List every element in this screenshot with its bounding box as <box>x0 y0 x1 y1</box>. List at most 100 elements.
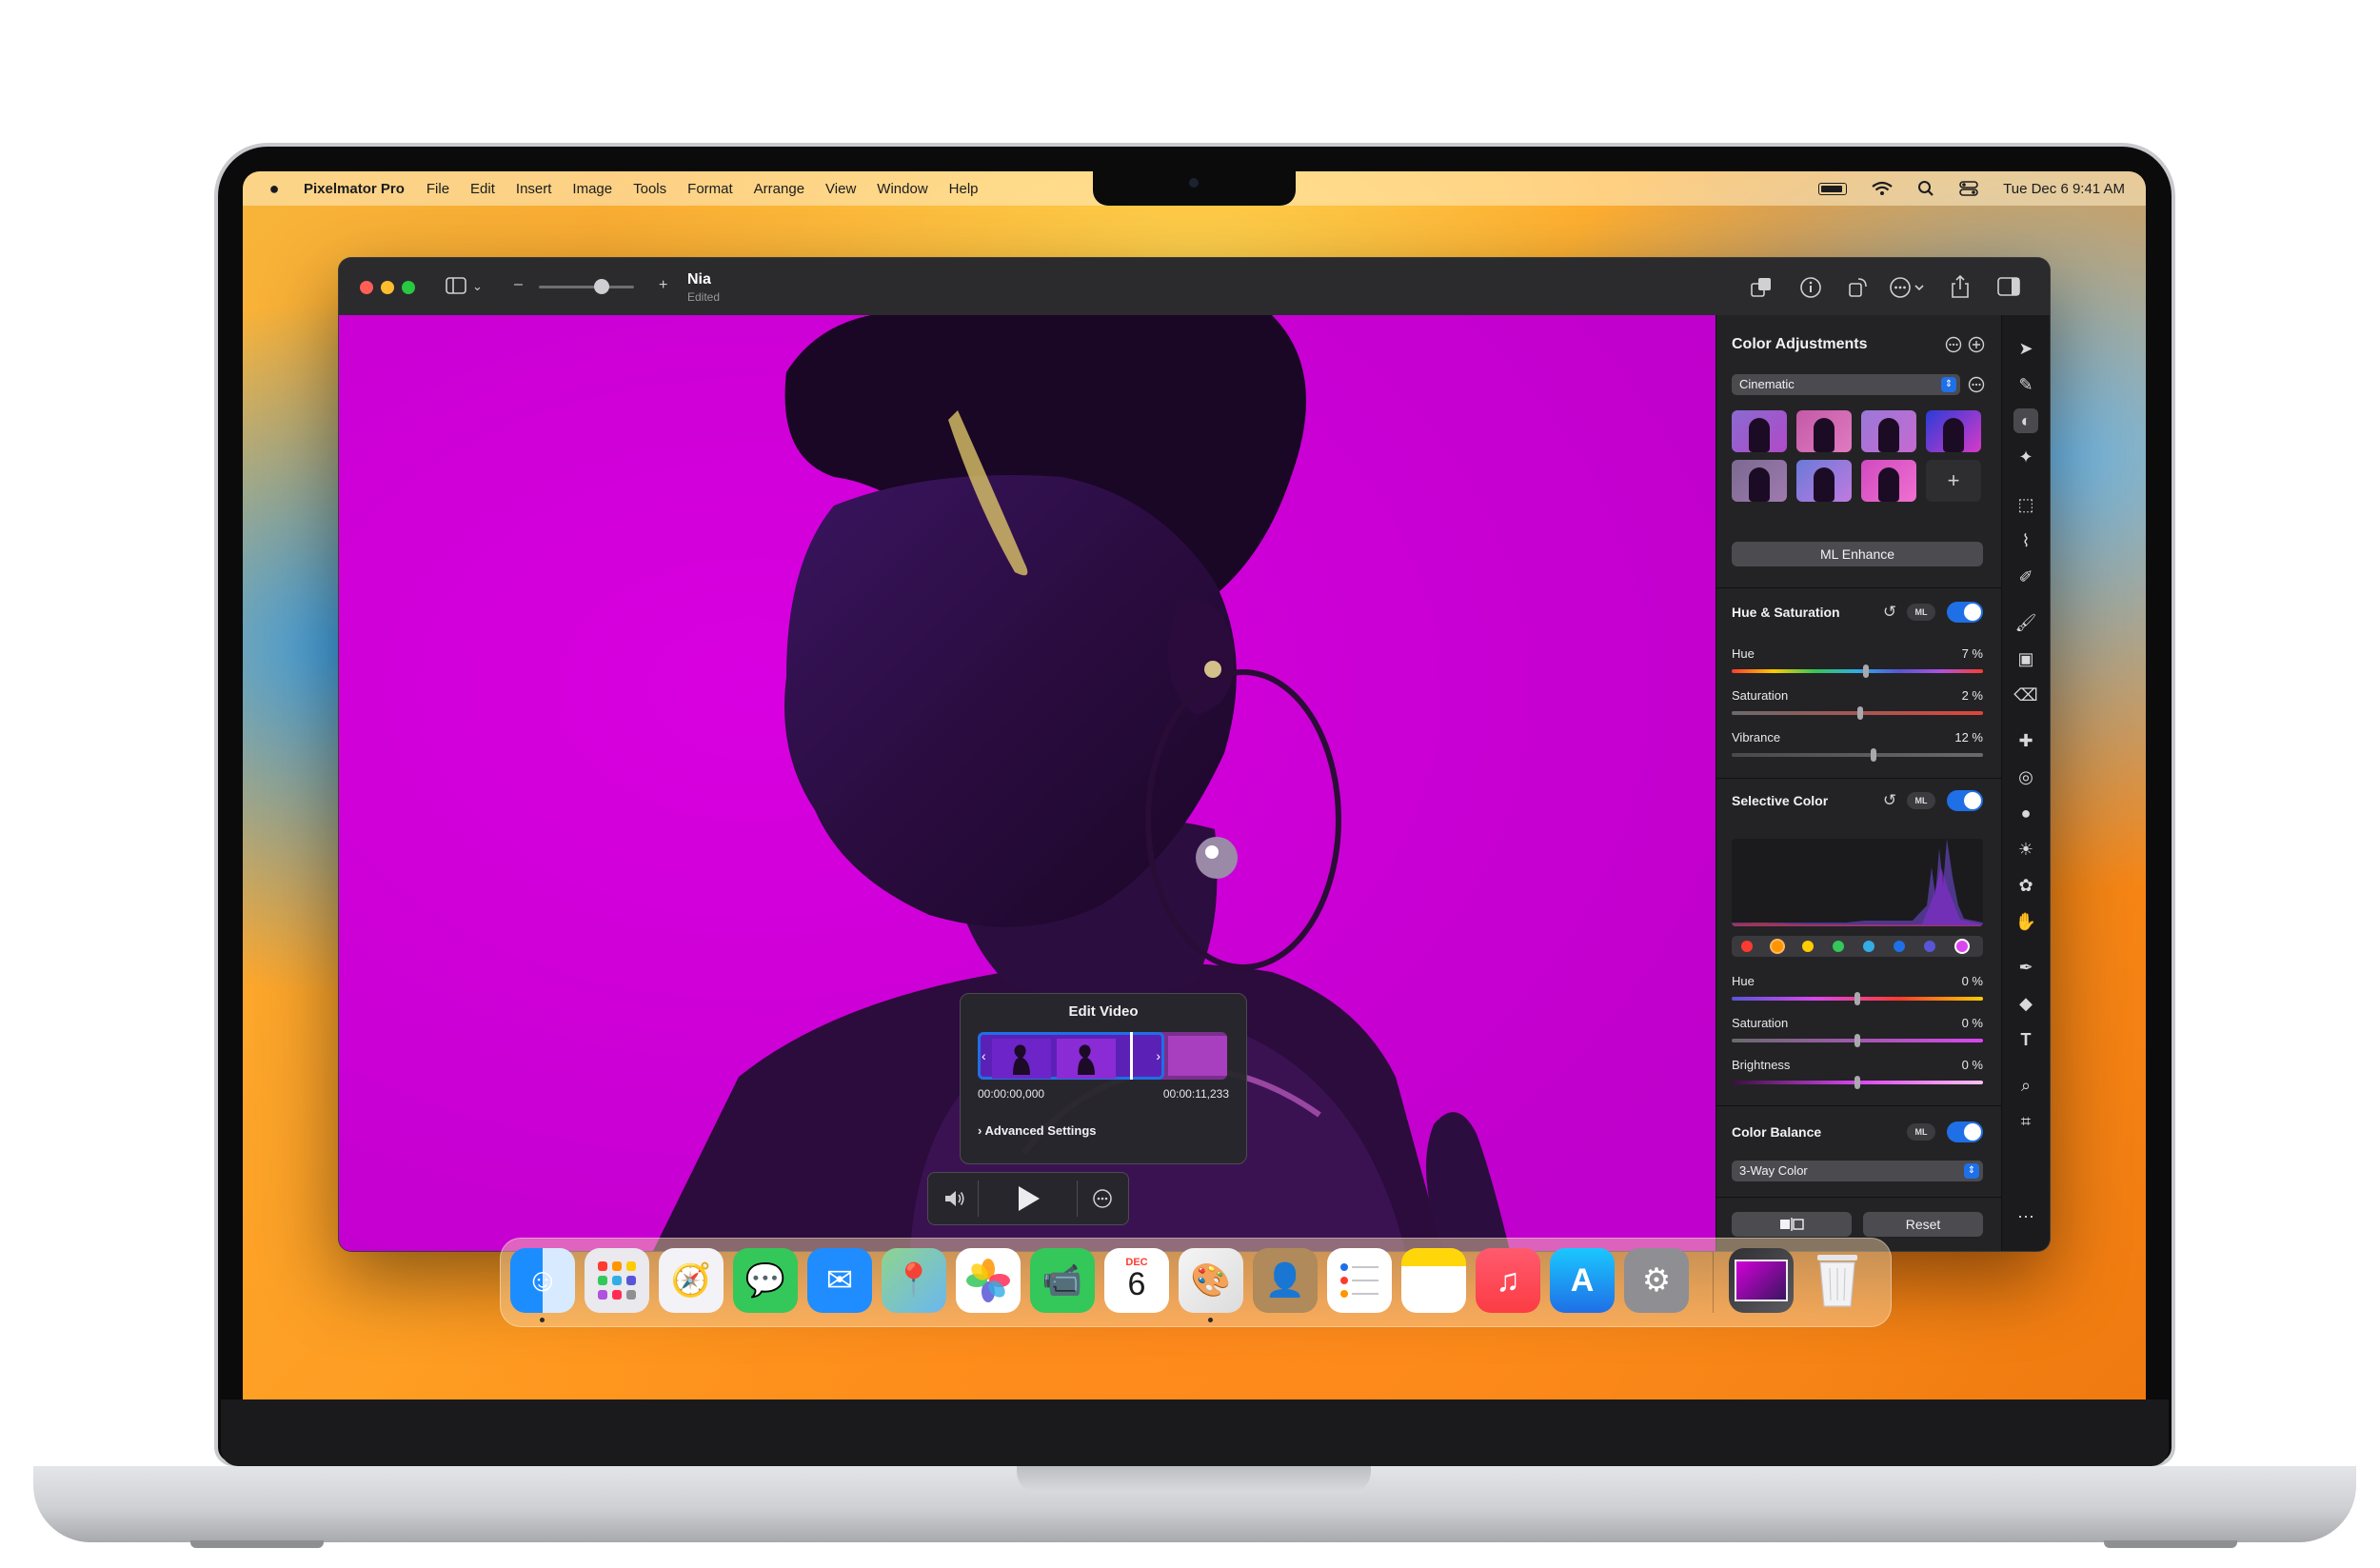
magenta-swatch[interactable] <box>1956 941 1968 952</box>
more-options-icon[interactable] <box>1889 276 1927 299</box>
clone-tool-icon[interactable]: ◎ <box>2013 764 2038 789</box>
preset-thumbnail[interactable] <box>1926 410 1981 452</box>
selective-hue-value[interactable]: 0 % <box>1962 974 1983 988</box>
preset-thumbnail[interactable] <box>1861 460 1916 502</box>
color-adjust-tool-icon[interactable]: ◐ <box>2013 408 2038 433</box>
selective-brightness-slider-knob[interactable] <box>1854 1076 1860 1089</box>
menu-format[interactable]: Format <box>687 181 733 197</box>
selective-saturation-value[interactable]: 0 % <box>1962 1016 1983 1030</box>
maps-icon[interactable]: 📍 <box>882 1248 946 1313</box>
more-icon[interactable] <box>1968 376 1985 393</box>
preset-dropdown[interactable]: Cinematic ⇕ <box>1732 374 1960 395</box>
battery-icon[interactable] <box>1818 182 1848 195</box>
color-balance-mode-dropdown[interactable]: 3-Way Color ⇕ <box>1732 1161 1983 1181</box>
vibrance-value[interactable]: 12 % <box>1954 730 1983 744</box>
facetime-icon[interactable]: 📹 <box>1030 1248 1095 1313</box>
control-center-icon[interactable] <box>1959 180 1978 197</box>
finder-icon[interactable]: ☺ <box>510 1248 575 1313</box>
reminders-icon[interactable] <box>1327 1248 1392 1313</box>
spotlight-search-icon[interactable] <box>1917 180 1934 197</box>
trash-icon[interactable] <box>1805 1248 1870 1313</box>
arrange-tool-icon[interactable]: ➤ <box>2013 336 2038 361</box>
preset-thumbnail[interactable] <box>1796 410 1852 452</box>
volume-icon[interactable] <box>943 1188 966 1209</box>
play-icon[interactable] <box>1014 1184 1042 1213</box>
blue-swatch[interactable] <box>1894 941 1905 952</box>
arrange-layers-icon[interactable] <box>1750 276 1773 299</box>
menu-help[interactable]: Help <box>949 181 979 197</box>
zoom-window-button[interactable] <box>402 281 415 294</box>
hue-value[interactable]: 7 % <box>1962 646 1983 661</box>
cyan-swatch[interactable] <box>1863 941 1874 952</box>
zoom-out-icon[interactable]: – <box>514 275 523 294</box>
video-timeline[interactable]: ‹ › <box>978 1032 1227 1080</box>
contacts-icon[interactable]: 👤 <box>1253 1248 1318 1313</box>
safari-icon[interactable]: 🧭 <box>659 1248 724 1313</box>
inspector-toggle-icon[interactable] <box>1997 277 2020 296</box>
add-adjustment-icon[interactable] <box>1968 336 1985 353</box>
hue-saturation-toggle[interactable] <box>1947 602 1983 623</box>
pen-tool-icon[interactable]: ✒ <box>2013 955 2038 980</box>
menu-view[interactable]: View <box>825 181 856 197</box>
type-tool-icon[interactable]: T <box>2013 1027 2038 1052</box>
recent-document-icon[interactable] <box>1729 1248 1794 1313</box>
orange-swatch[interactable] <box>1772 941 1783 952</box>
shapes-tool-icon[interactable]: ◆ <box>2013 991 2038 1016</box>
yellow-swatch[interactable] <box>1802 941 1814 952</box>
reset-icon[interactable]: ↺ <box>1880 603 1899 622</box>
menu-window[interactable]: Window <box>877 181 927 197</box>
photos-icon[interactable] <box>956 1248 1021 1313</box>
menu-file[interactable]: File <box>426 181 449 197</box>
close-window-button[interactable] <box>360 281 373 294</box>
menu-arrange[interactable]: Arrange <box>754 181 804 197</box>
zoom-in-icon[interactable]: + <box>659 276 667 295</box>
selective-color-toggle[interactable] <box>1947 790 1983 811</box>
zoom-slider-track[interactable] <box>539 286 634 288</box>
red-swatch[interactable] <box>1741 941 1753 952</box>
color-balance-header[interactable]: Color Balance <box>1732 1124 1821 1140</box>
playhead[interactable] <box>1130 1032 1133 1080</box>
reset-button[interactable]: Reset <box>1863 1212 1983 1237</box>
notes-icon[interactable] <box>1401 1248 1466 1313</box>
hue-slider-knob[interactable] <box>1863 665 1869 678</box>
vibrance-slider-knob[interactable] <box>1871 748 1876 762</box>
trim-handle-right-icon[interactable]: › <box>1156 1048 1160 1063</box>
sponge-tool-icon[interactable]: ✿ <box>2013 873 2038 898</box>
menu-edit[interactable]: Edit <box>470 181 495 197</box>
ml-badge[interactable]: ML <box>1907 604 1935 621</box>
ml-badge[interactable]: ML <box>1907 792 1935 809</box>
system-settings-icon[interactable]: ⚙ <box>1624 1248 1689 1313</box>
info-icon[interactable] <box>1799 276 1822 299</box>
selection-tool-icon[interactable]: ⬚ <box>2013 492 2038 517</box>
selective-hue-slider-knob[interactable] <box>1854 992 1860 1005</box>
repair-tool-icon[interactable]: ✚ <box>2013 728 2038 753</box>
add-preset-button[interactable]: + <box>1926 460 1981 502</box>
saturation-slider-knob[interactable] <box>1857 706 1863 720</box>
more-tools-icon[interactable]: ⋯ <box>2013 1204 2038 1229</box>
purple-swatch[interactable] <box>1924 941 1935 952</box>
style-tool-icon[interactable]: ✎ <box>2013 372 2038 397</box>
erase-tool-icon[interactable]: ⌫ <box>2013 683 2038 707</box>
vibrance-slider-track[interactable] <box>1732 753 1983 757</box>
preset-thumbnail[interactable] <box>1732 460 1787 502</box>
calendar-icon[interactable]: DEC 6 <box>1104 1248 1169 1313</box>
crop-rotate-icon[interactable] <box>1847 276 1870 299</box>
quick-selection-tool-icon[interactable]: ✐ <box>2013 565 2038 589</box>
saturation-value[interactable]: 2 % <box>1962 688 1983 703</box>
blur-tool-icon[interactable]: ● <box>2013 801 2038 825</box>
selective-color-header[interactable]: Selective Color <box>1732 793 1828 808</box>
menu-insert[interactable]: Insert <box>516 181 552 197</box>
preset-thumbnail[interactable] <box>1861 410 1916 452</box>
launchpad-icon[interactable] <box>585 1248 649 1313</box>
ml-badge[interactable]: ML <box>1907 1123 1935 1141</box>
app-store-icon[interactable]: A <box>1550 1248 1615 1313</box>
paint-tool-icon[interactable]: 🖌 <box>2013 610 2038 635</box>
music-icon[interactable]: ♫ <box>1476 1248 1540 1313</box>
trim-handle-left-icon[interactable]: ‹ <box>982 1048 986 1063</box>
pixelmator-pro-icon[interactable]: 🎨 <box>1179 1248 1243 1313</box>
minimize-window-button[interactable] <box>381 281 394 294</box>
preset-thumbnail[interactable] <box>1796 460 1852 502</box>
paint-bucket-tool-icon[interactable]: ▣ <box>2013 646 2038 671</box>
warp-tool-icon[interactable]: ✋ <box>2013 909 2038 934</box>
effects-tool-icon[interactable]: ✦ <box>2013 445 2038 469</box>
